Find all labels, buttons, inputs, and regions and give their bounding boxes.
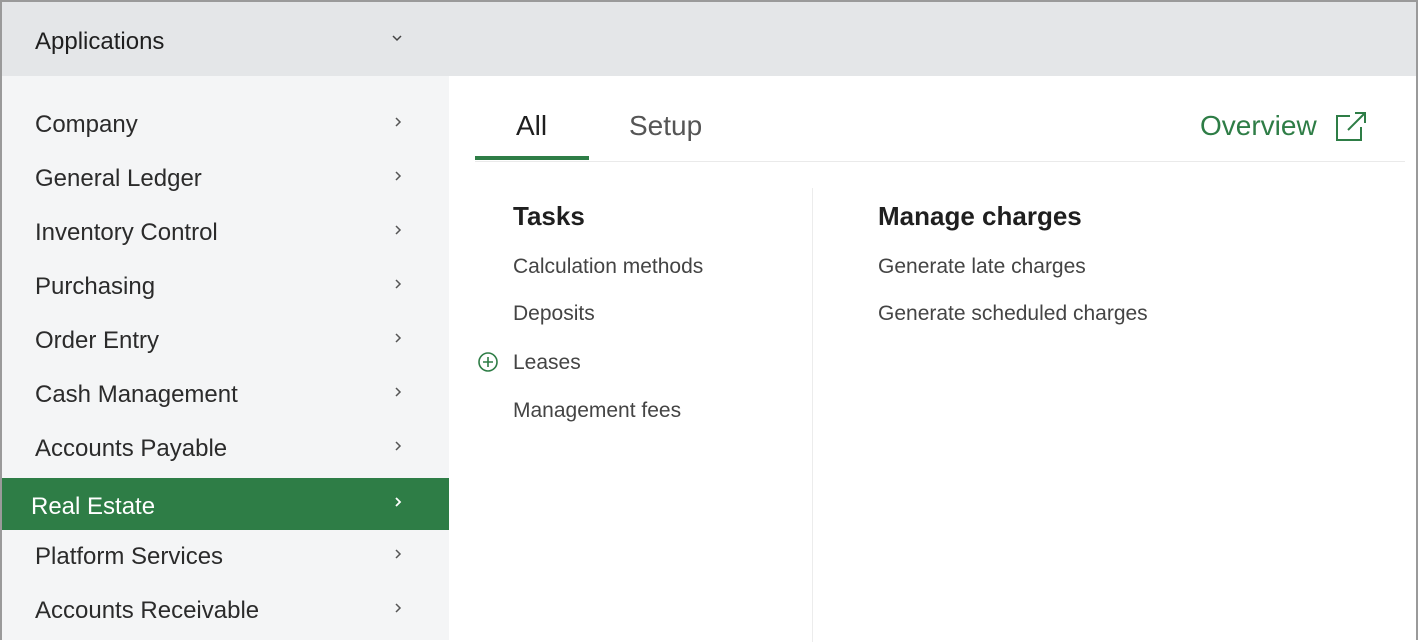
tab-all[interactable]: All [516, 110, 547, 142]
sidebar-item-label: Accounts Receivable [35, 597, 260, 624]
applications-list: Company General Ledger Inventory Control… [2, 99, 449, 639]
chevron-right-icon [395, 279, 402, 289]
applications-header[interactable]: Applications [2, 2, 449, 76]
app-menu-window: Applications Company General Ledger Inve… [0, 0, 1418, 642]
sidebar-item-real-estate[interactable]: Real Estate [2, 478, 449, 530]
chevron-right-icon [395, 171, 402, 181]
sidebar-item-general-ledger[interactable]: General Ledger [2, 153, 449, 207]
sidebar-item-label: Accounts Payable [35, 435, 228, 462]
tab-setup[interactable]: Setup [629, 110, 702, 142]
overview-link[interactable]: Overview [1200, 110, 1317, 142]
chevron-right-icon [395, 497, 402, 507]
chevron-right-icon [395, 387, 402, 397]
plus-circle-icon[interactable] [477, 351, 499, 373]
column-divider [812, 188, 813, 642]
chevron-right-icon [395, 441, 402, 451]
sidebar-item-label: Order Entry [35, 327, 160, 354]
sidebar-item-label: Platform Services [35, 543, 224, 570]
top-bar [449, 2, 1416, 76]
tasks-heading: Tasks [513, 201, 585, 231]
deposits-link[interactable]: Deposits [513, 302, 595, 326]
calculation-methods-link[interactable]: Calculation methods [513, 255, 703, 279]
chevron-right-icon [395, 225, 402, 235]
chevron-down-icon[interactable] [391, 32, 403, 44]
sidebar-item-label: Real Estate [31, 493, 156, 520]
chevron-right-icon [395, 549, 402, 559]
applications-sidebar: Applications Company General Ledger Inve… [2, 2, 449, 640]
sidebar-item-label: General Ledger [35, 165, 202, 192]
chevron-right-icon [395, 603, 402, 613]
leases-link[interactable]: Leases [513, 351, 581, 375]
sidebar-item-label: Inventory Control [35, 219, 218, 246]
sidebar-item-accounts-receivable[interactable]: Accounts Receivable [2, 585, 449, 639]
sidebar-item-cash-management[interactable]: Cash Management [2, 369, 449, 423]
sidebar-item-label: Cash Management [35, 381, 238, 408]
sidebar-item-company[interactable]: Company [2, 99, 449, 153]
sidebar-item-label: Purchasing [35, 273, 156, 300]
generate-scheduled-charges-link[interactable]: Generate scheduled charges [878, 302, 1148, 326]
sidebar-item-purchasing[interactable]: Purchasing [2, 261, 449, 315]
sidebar-item-label: Company [35, 111, 138, 138]
applications-title: Applications [35, 28, 165, 55]
active-tab-indicator [475, 156, 589, 160]
external-link-icon[interactable] [1334, 111, 1368, 143]
sidebar-item-inventory-control[interactable]: Inventory Control [2, 207, 449, 261]
sidebar-item-accounts-payable[interactable]: Accounts Payable [2, 423, 449, 477]
sidebar-item-platform-services[interactable]: Platform Services [2, 531, 449, 585]
chevron-right-icon [395, 333, 402, 343]
management-fees-link[interactable]: Management fees [513, 399, 681, 423]
generate-late-charges-link[interactable]: Generate late charges [878, 255, 1086, 279]
chevron-right-icon [395, 117, 402, 127]
sidebar-item-order-entry[interactable]: Order Entry [2, 315, 449, 369]
manage-charges-heading: Manage charges [878, 201, 1082, 231]
